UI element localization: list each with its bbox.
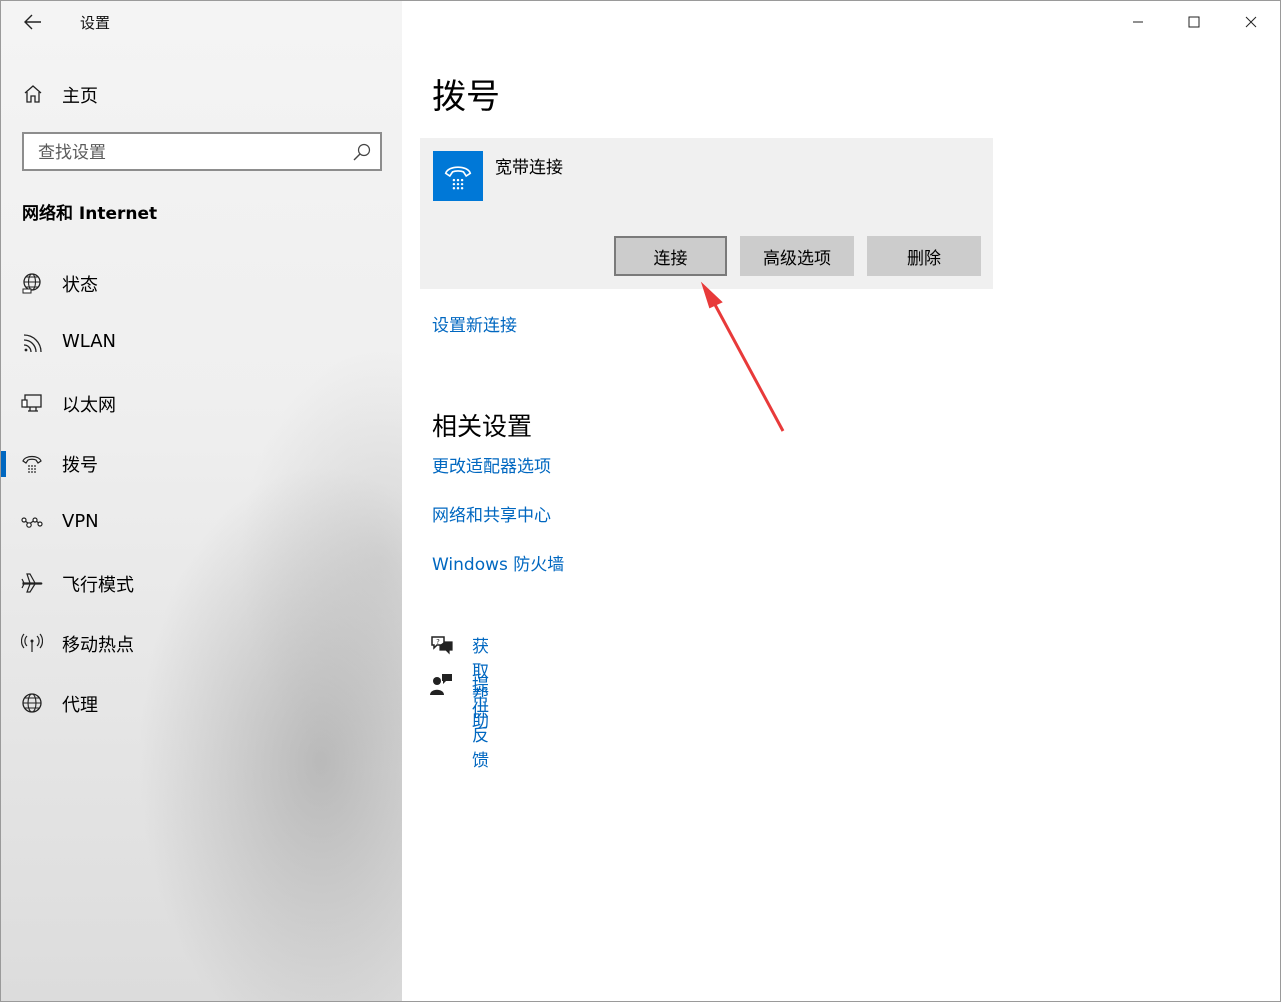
connect-button[interactable]: 连接 [614, 236, 727, 276]
close-icon [1245, 16, 1257, 28]
search-box[interactable] [22, 132, 382, 171]
vpn-icon [21, 517, 43, 528]
chat-help-icon: ? [431, 636, 453, 655]
sidebar-item-label: 飞行模式 [62, 575, 134, 596]
sidebar-item-hotspot[interactable]: 移动热点 [1, 619, 402, 667]
minimize-icon [1133, 21, 1143, 23]
back-arrow-icon [24, 14, 41, 30]
sidebar-item-proxy[interactable]: 代理 [1, 679, 402, 727]
search-input[interactable] [36, 140, 340, 166]
globe-status-icon [22, 273, 41, 294]
home-label: 主页 [62, 86, 98, 107]
advanced-options-button[interactable]: 高级选项 [740, 236, 854, 276]
sidebar-item-label: 状态 [62, 275, 98, 296]
page-title: 拨号 [432, 77, 500, 117]
sidebar: 设置 主页 网络和 Internet 状态 WLAN 以太网 拨号 V [1, 1, 402, 1001]
delete-button[interactable]: 删除 [867, 236, 981, 276]
ethernet-icon [21, 394, 42, 412]
wifi-icon [23, 334, 42, 353]
maximize-icon [1188, 16, 1200, 28]
adapter-options-link[interactable]: 更改适配器选项 [432, 452, 551, 477]
related-settings-title: 相关设置 [432, 412, 533, 441]
globe-icon [22, 693, 42, 713]
network-sharing-center-link[interactable]: 网络和共享中心 [432, 501, 551, 526]
airplane-icon [21, 573, 43, 593]
setup-new-connection-link[interactable]: 设置新连接 [432, 311, 517, 336]
sidebar-item-label: 移动热点 [62, 635, 134, 656]
sidebar-item-wlan[interactable]: WLAN [1, 319, 402, 367]
connection-icon-tile [433, 151, 483, 201]
feedback-person-icon [430, 674, 452, 695]
home-icon [24, 85, 42, 103]
hotspot-icon [21, 633, 43, 652]
sidebar-item-label: 以太网 [62, 395, 116, 416]
settings-window: 设置 主页 网络和 Internet 状态 WLAN 以太网 拨号 V [0, 0, 1281, 1002]
sidebar-item-label: VPN [62, 511, 99, 532]
minimize-button[interactable] [1110, 1, 1166, 43]
section-title: 网络和 Internet [22, 204, 158, 224]
svg-text:?: ? [436, 638, 440, 646]
sidebar-item-status[interactable]: 状态 [1, 259, 402, 307]
sidebar-item-label: 拨号 [62, 455, 98, 476]
dialup-phone-icon [444, 166, 472, 190]
sidebar-item-label: 代理 [62, 695, 98, 716]
sidebar-item-label: WLAN [62, 331, 117, 352]
sidebar-item-airplane[interactable]: 飞行模式 [1, 559, 402, 607]
maximize-button[interactable] [1166, 1, 1222, 43]
app-title: 设置 [80, 14, 111, 32]
connection-name: 宽带连接 [495, 158, 563, 178]
connection-card[interactable]: 宽带连接 连接 高级选项 删除 [420, 138, 993, 289]
back-button[interactable] [19, 9, 47, 35]
search-icon[interactable] [352, 142, 372, 162]
sidebar-item-dialup[interactable]: 拨号 [1, 439, 402, 487]
main-content: 拨号 宽带连接 连接 高级选项 删除 设置新连接 相关设置 更改适配器选项 网络… [402, 1, 1280, 1001]
sidebar-item-home[interactable]: 主页 [1, 77, 402, 111]
sidebar-item-ethernet[interactable]: 以太网 [1, 379, 402, 427]
close-button[interactable] [1223, 1, 1279, 43]
windows-firewall-link[interactable]: Windows 防火墙 [432, 550, 564, 575]
sidebar-item-vpn[interactable]: VPN [1, 499, 402, 547]
feedback-label: 提供反馈 [472, 676, 489, 771]
dialup-phone-icon [22, 455, 42, 473]
